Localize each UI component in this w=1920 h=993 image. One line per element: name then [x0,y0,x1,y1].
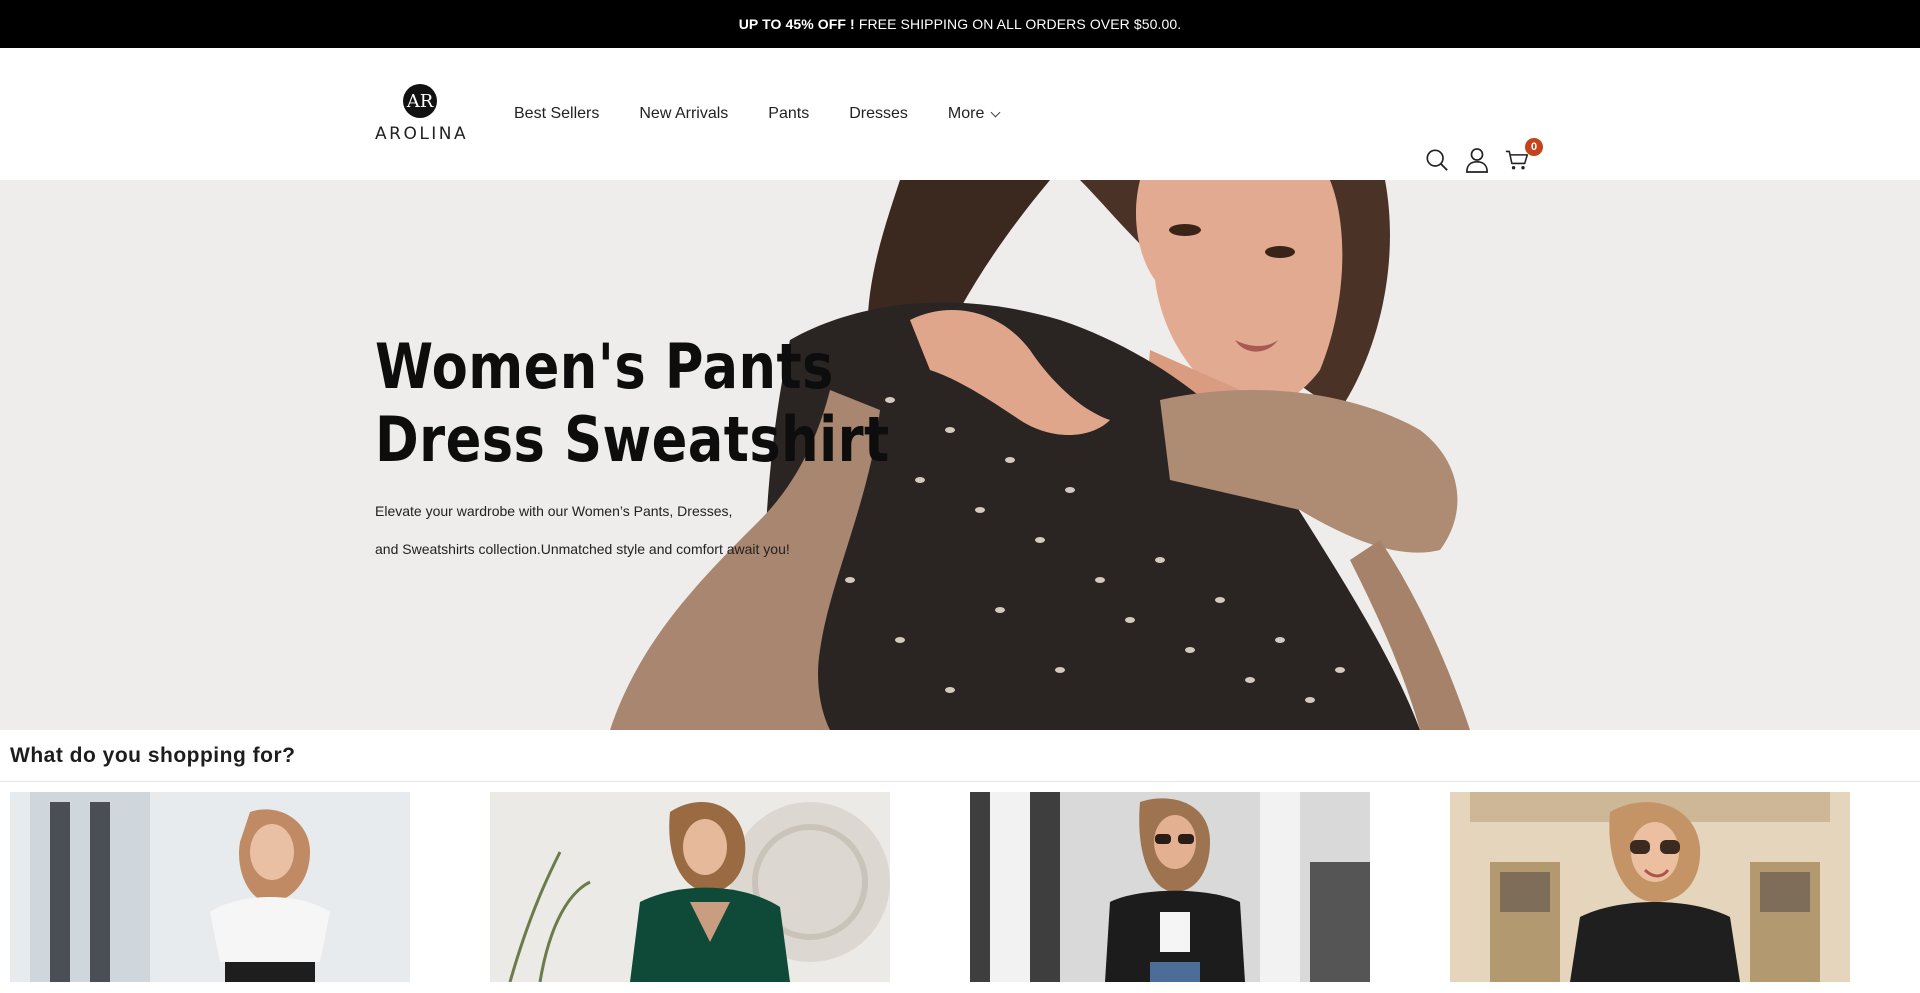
logo-text: AROLINA [375,124,469,144]
search-icon[interactable] [1425,146,1449,174]
categories-header: What do you shopping for? [0,730,1920,782]
hero-subtitle: Elevate your wardrobe with our Women’s P… [375,492,845,568]
category-image [1450,792,1850,982]
announcement-discount: UP TO 45% OFF ! [738,16,855,32]
logo-mark: AR [403,84,437,118]
category-grid [0,782,1920,982]
nav-best-sellers[interactable]: Best Sellers [514,105,599,123]
hero-subtitle-line-1: Elevate your wardrobe with our Women’s P… [375,503,733,519]
brand-logo[interactable]: AR AROLINA [375,84,469,144]
category-card[interactable] [490,792,890,982]
site-header: AR AROLINA Best Sellers New Arrivals Pan… [0,48,1920,180]
category-image [970,792,1370,982]
hero-image [0,180,1920,730]
category-image [490,792,890,982]
announcement-bar: UP TO 45% OFF ! FREE SHIPPING ON ALL ORD… [0,0,1920,48]
hero-banner[interactable]: Women's Pants Dress Sweatshirt Elevate y… [0,180,1920,730]
nav-new-arrivals[interactable]: New Arrivals [639,105,728,123]
category-card[interactable] [10,792,410,982]
hero-title-line-1: Women's Pants [375,330,834,403]
announcement-shipping: FREE SHIPPING ON ALL ORDERS OVER $50.00. [858,16,1182,32]
nav-dresses[interactable]: Dresses [849,105,908,123]
header-icons: 0 [1425,138,1543,174]
main-nav: Best Sellers New Arrivals Pants Dresses … [514,48,1001,180]
hero-subtitle-line-2: and Sweatshirts collection.Unmatched sty… [375,541,790,557]
category-image [10,792,410,982]
nav-more[interactable]: More [947,105,1001,123]
account-icon[interactable] [1465,146,1489,174]
cart-icon[interactable]: 0 [1505,138,1543,174]
nav-more-label: More [947,105,985,122]
category-card[interactable] [1450,792,1850,982]
section-title: What do you shopping for? [10,743,296,767]
nav-pants[interactable]: Pants [768,105,809,123]
chevron-down-icon [990,107,1001,117]
cart-count-badge: 0 [1525,138,1543,156]
hero-title-line-2: Dress Sweatshirt [375,403,890,476]
category-card[interactable] [970,792,1370,982]
hero-title: Women's Pants Dress Sweatshirt [375,330,890,476]
